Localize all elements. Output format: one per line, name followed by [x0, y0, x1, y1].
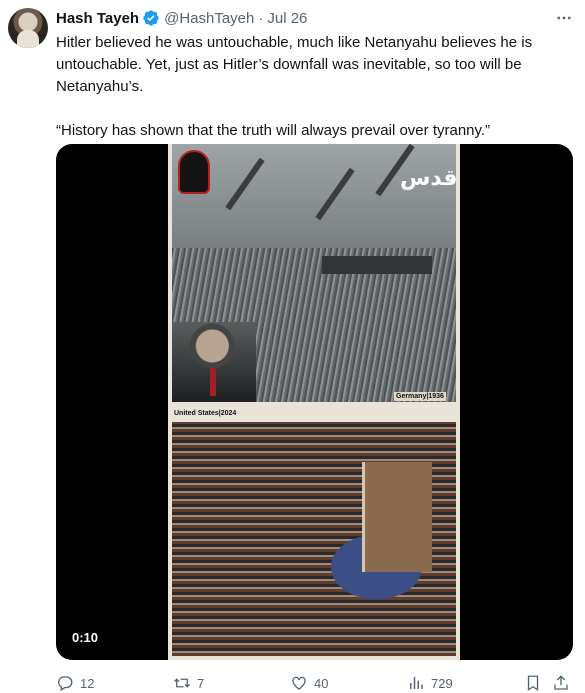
tweet-paragraph-1: Hitler believed he was untouchable, much…: [56, 34, 533, 95]
repost-count: 7: [197, 675, 205, 691]
post-date[interactable]: Jul 26: [267, 10, 307, 27]
tweet-text: Hitler believed he was untouchable, much…: [56, 32, 576, 142]
tweet-paragraph-2: “History has shown that the truth will a…: [56, 122, 491, 139]
reply-icon: [58, 676, 73, 691]
separator: ·: [258, 9, 264, 27]
views-button[interactable]: 729: [407, 673, 453, 693]
rally-scene: قدس: [172, 144, 456, 402]
channel-badge-icon: [178, 150, 210, 194]
channel-logo: قدس: [400, 166, 456, 191]
views-icon: [410, 677, 423, 689]
views-count: 729: [431, 675, 453, 691]
bookmark-button[interactable]: [524, 673, 548, 693]
like-icon: [292, 676, 306, 690]
caption-germany: Germany|1936: [394, 392, 446, 401]
bookmark-icon: [527, 675, 539, 692]
like-count: 40: [314, 675, 329, 691]
more-icon[interactable]: [552, 8, 576, 28]
caption-united-states: United States|2024: [174, 410, 237, 417]
repost-button[interactable]: 7: [173, 673, 204, 693]
video-timestamp: 0:10: [72, 630, 99, 645]
avatar[interactable]: [8, 8, 48, 48]
author-name[interactable]: Hash Tayeh: [56, 10, 139, 27]
tweet[interactable]: Hash Tayeh @HashTayeh · Jul 26 Hitler be…: [0, 0, 585, 693]
action-bar: 12 7 40 729: [56, 673, 576, 693]
video-frame: قدس Germany|1936 United States|2024: [168, 144, 460, 660]
verified-icon[interactable]: [142, 9, 160, 27]
video-player[interactable]: قدس Germany|1936 United States|2024 0:10: [56, 144, 573, 660]
reply-button[interactable]: 12: [56, 673, 94, 693]
like-button[interactable]: 40: [290, 673, 328, 693]
tweet-header: Hash Tayeh @HashTayeh · Jul 26: [56, 8, 307, 28]
author-handle[interactable]: @HashTayeh: [164, 10, 254, 27]
share-icon: [554, 675, 568, 690]
congress-scene: [172, 422, 456, 656]
share-button[interactable]: [552, 673, 576, 693]
reply-count: 12: [80, 675, 95, 691]
repost-icon: [174, 678, 190, 688]
